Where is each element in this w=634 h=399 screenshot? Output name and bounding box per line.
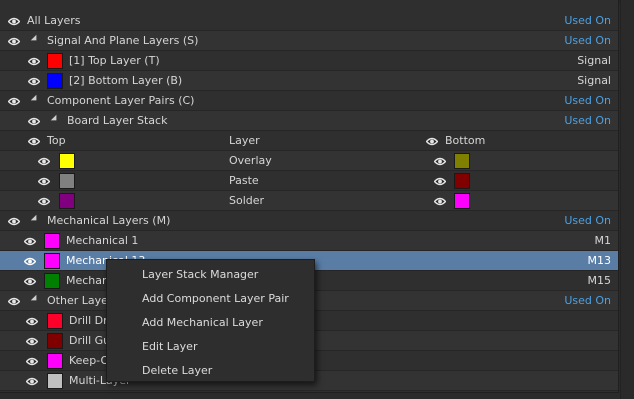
eye-icon[interactable]	[7, 214, 21, 228]
pair-layer-name: Paste	[229, 174, 259, 187]
bottom-color-swatch[interactable]	[454, 173, 470, 189]
layer-color-swatch[interactable]	[47, 373, 63, 389]
all-layers-label: All Layers	[27, 14, 81, 27]
layer-used-on: M1	[594, 234, 612, 247]
eye-icon[interactable]	[25, 314, 39, 328]
used-on-link[interactable]: Used On	[564, 94, 611, 107]
eye-icon[interactable]	[27, 134, 41, 148]
layer-used-on: M15	[587, 274, 612, 287]
top-color-swatch[interactable]	[59, 193, 75, 209]
layer-color-swatch[interactable]	[44, 273, 60, 289]
column-layer: Layer	[229, 134, 260, 147]
layer-used-on: Signal	[577, 54, 611, 67]
layer-color-swatch[interactable]	[47, 53, 63, 69]
bottom-color-swatch[interactable]	[454, 153, 470, 169]
group-title: Component Layer Pairs (C)	[47, 94, 195, 107]
signal-group-row[interactable]: Signal And Plane Layers (S) Used On	[0, 31, 618, 51]
eye-icon[interactable]	[37, 154, 51, 168]
layer-used-on: Signal	[577, 74, 611, 87]
group-title: Signal And Plane Layers (S)	[47, 34, 199, 47]
expand-triangle-icon[interactable]	[30, 294, 40, 304]
eye-icon[interactable]	[433, 174, 447, 188]
eye-icon[interactable]	[23, 274, 37, 288]
eye-icon[interactable]	[7, 34, 21, 48]
stack-title: Board Layer Stack	[67, 114, 168, 127]
pair-row-overlay[interactable]: Overlay	[0, 151, 618, 171]
pair-layer-name: Overlay	[229, 154, 272, 167]
eye-icon[interactable]	[27, 54, 41, 68]
layer-name: [2] Bottom Layer (B)	[69, 74, 183, 87]
layer-name: Mechanical 1	[66, 234, 139, 247]
eye-icon[interactable]	[25, 354, 39, 368]
column-bottom: Bottom	[445, 134, 486, 147]
used-on-link[interactable]: Used On	[564, 214, 611, 227]
used-on-link[interactable]: Used On	[564, 14, 611, 27]
eye-icon[interactable]	[25, 374, 39, 388]
used-on-link[interactable]: Used On	[564, 294, 611, 307]
expand-triangle-icon[interactable]	[30, 214, 40, 224]
menu-item-edit-layer[interactable]: Edit Layer	[107, 335, 314, 359]
eye-icon[interactable]	[27, 74, 41, 88]
pair-row-paste[interactable]: Paste	[0, 171, 618, 191]
expand-triangle-icon[interactable]	[50, 114, 60, 124]
eye-icon[interactable]	[7, 294, 21, 308]
vertical-scrollbar[interactable]	[620, 0, 634, 399]
layer-row-mechanical-1[interactable]: Mechanical 1 M1	[0, 231, 618, 251]
expand-triangle-icon[interactable]	[30, 34, 40, 44]
expand-triangle-icon[interactable]	[30, 94, 40, 104]
group-title: Mechanical Layers (M)	[47, 214, 171, 227]
eye-icon[interactable]	[7, 94, 21, 108]
layer-color-swatch[interactable]	[47, 353, 63, 369]
layer-color-swatch[interactable]	[47, 313, 63, 329]
eye-icon[interactable]	[425, 134, 439, 148]
all-layers-row[interactable]: All Layers Used On	[0, 11, 618, 31]
pair-columns-header: Top Layer Bottom	[0, 131, 618, 151]
menu-item-layer-stack-manager[interactable]: Layer Stack Manager	[107, 263, 314, 287]
eye-icon[interactable]	[37, 194, 51, 208]
layer-row-bottom[interactable]: [2] Bottom Layer (B) Signal	[0, 71, 618, 91]
layer-used-on: M13	[587, 254, 612, 267]
top-color-swatch[interactable]	[59, 173, 75, 189]
menu-item-add-component-layer-pair[interactable]: Add Component Layer Pair	[107, 287, 314, 311]
layer-row-top[interactable]: [1] Top Layer (T) Signal	[0, 51, 618, 71]
context-menu: Layer Stack Manager Add Component Layer …	[106, 259, 315, 382]
eye-icon[interactable]	[7, 14, 21, 28]
pair-layer-name: Solder	[229, 194, 265, 207]
bottom-color-swatch[interactable]	[454, 193, 470, 209]
used-on-link[interactable]: Used On	[564, 114, 611, 127]
layer-color-swatch[interactable]	[47, 73, 63, 89]
top-color-swatch[interactable]	[59, 153, 75, 169]
menu-item-add-mechanical-layer[interactable]: Add Mechanical Layer	[107, 311, 314, 335]
eye-icon[interactable]	[433, 154, 447, 168]
board-layer-stack-row[interactable]: Board Layer Stack Used On	[0, 111, 618, 131]
layer-color-swatch[interactable]	[44, 233, 60, 249]
pair-row-solder[interactable]: Solder	[0, 191, 618, 211]
eye-icon[interactable]	[27, 114, 41, 128]
eye-icon[interactable]	[25, 334, 39, 348]
layer-color-swatch[interactable]	[47, 333, 63, 349]
eye-icon[interactable]	[23, 234, 37, 248]
eye-icon[interactable]	[433, 194, 447, 208]
layer-color-swatch[interactable]	[44, 253, 60, 269]
mechanical-group-row[interactable]: Mechanical Layers (M) Used On	[0, 211, 618, 231]
eye-icon[interactable]	[23, 254, 37, 268]
menu-item-delete-layer[interactable]: Delete Layer	[107, 359, 314, 383]
used-on-link[interactable]: Used On	[564, 34, 611, 47]
component-group-row[interactable]: Component Layer Pairs (C) Used On	[0, 91, 618, 111]
layer-name: [1] Top Layer (T)	[69, 54, 160, 67]
column-top: Top	[47, 134, 66, 147]
eye-icon[interactable]	[37, 174, 51, 188]
